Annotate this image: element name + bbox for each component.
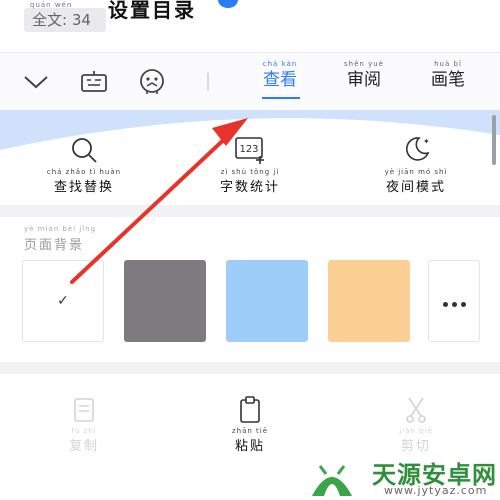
night-mode-pinyin: yè jiān mó shì (384, 168, 448, 176)
find-replace-label: 查找替换 (53, 180, 114, 195)
find-replace-pinyin: chá zhǎo tì huàn (46, 168, 122, 176)
tab-brush[interactable]: huà bǐ 画笔 (418, 60, 478, 100)
tab-view[interactable]: chá kàn 查看 (250, 60, 310, 100)
emoji-face-icon[interactable] (132, 62, 172, 102)
page-background-label: 页面背景 (24, 238, 85, 253)
watermark-logo (312, 465, 352, 496)
word-count-123-icon: 123 (235, 137, 264, 164)
swatch-blue[interactable] (226, 260, 308, 342)
keyboard-icon[interactable] (74, 62, 114, 102)
more-backgrounds-button[interactable] (428, 260, 480, 342)
swatch-white[interactable]: ✓ (22, 260, 104, 342)
tab-review-label: 审阅 (347, 70, 381, 90)
active-tab-indicator (262, 97, 300, 99)
find-replace-button[interactable]: chá zhǎo tì huàn 查找替换 (34, 130, 134, 200)
moon-icon: ✦ (405, 137, 430, 161)
document-title: 设置目录 (108, 0, 196, 22)
svg-text:✦: ✦ (423, 137, 430, 146)
cut-button[interactable]: jiǎn qiē 剪切 (376, 393, 456, 463)
word-count-badge: 全文: 34 (24, 8, 106, 32)
word-count-pinyin: zì shù tǒng jì (220, 168, 280, 176)
check-icon: ✓ (57, 293, 69, 309)
swatch-gray[interactable] (124, 260, 206, 342)
section-divider (0, 205, 500, 217)
tab-review-pinyin: shěn yuè (344, 60, 384, 68)
tab-view-pinyin: chá kàn (262, 60, 298, 68)
tab-brush-pinyin: huà bǐ (434, 60, 462, 68)
tab-view-label: 查看 (263, 70, 297, 90)
copy-icon (74, 398, 94, 422)
svg-text:123: 123 (239, 144, 258, 155)
section-divider (0, 362, 500, 374)
night-mode-button[interactable]: ✦ yè jiān mó shì 夜间模式 (366, 130, 466, 200)
night-mode-label: 夜间模式 (385, 180, 446, 195)
word-count-pinyin: quán wén (30, 1, 73, 9)
clipboard-icon (240, 396, 260, 423)
swatch-orange[interactable] (328, 260, 410, 342)
magnifier-icon (72, 138, 97, 163)
toolbar-separator: | (205, 70, 212, 91)
word-count-button[interactable]: 123 zì shù tǒng jì 字数统计 (200, 130, 300, 200)
word-count-text: 全文: 34 (32, 11, 91, 29)
copy-label: 复制 (68, 439, 99, 454)
paste-label: 粘贴 (234, 439, 265, 454)
word-count-label: 字数统计 (219, 180, 280, 195)
copy-pinyin: fù zhì (71, 427, 97, 435)
paste-button[interactable]: zhān tiē 粘贴 (210, 393, 290, 463)
tab-brush-label: 画笔 (431, 70, 465, 90)
cut-label: 剪切 (400, 439, 431, 454)
copy-button[interactable]: fù zhì 复制 (44, 393, 124, 463)
scissors-icon (406, 397, 426, 423)
page-background-pinyin: yè miàn bèi jǐng (24, 225, 97, 233)
scrollbar[interactable] (492, 115, 496, 165)
cut-pinyin: jiǎn qiē (399, 427, 433, 435)
watermark-url: www.jytyaz.com (384, 484, 488, 497)
paste-pinyin: zhān tiē (231, 427, 269, 435)
chevron-down-icon[interactable] (16, 62, 56, 102)
more-dots-icon (441, 292, 468, 311)
tab-review[interactable]: shěn yuè 审阅 (334, 60, 394, 100)
